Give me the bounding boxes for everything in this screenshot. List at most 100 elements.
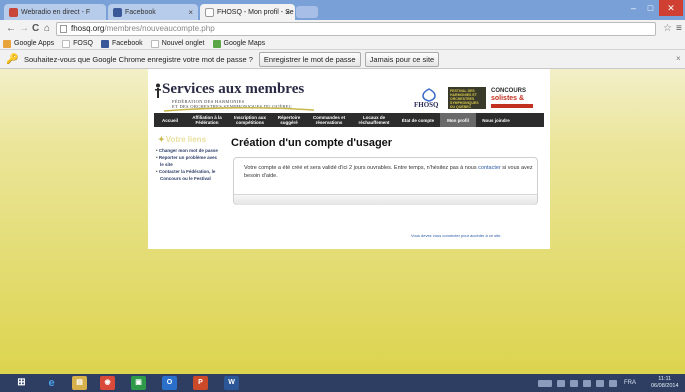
bookmark-label: Google Maps	[223, 40, 266, 47]
address-bar[interactable]: fhosq.org/membres/nouveaucompte.php	[56, 22, 656, 36]
confirmation-box-footer	[234, 194, 537, 205]
bookmark-fosq[interactable]: FOSQ	[62, 39, 93, 48]
minimize-button[interactable]: –	[625, 0, 642, 16]
network-icon[interactable]	[596, 379, 604, 387]
apps-grid-icon	[3, 39, 11, 48]
nav-affiliation[interactable]: Affiliation à la Fédération	[186, 115, 228, 125]
festival-logo: FESTIVAL DES HARMONIES ET ORCHESTRES SYM…	[448, 87, 486, 109]
nav-repertoire[interactable]: Répertoire suggéré	[272, 115, 306, 125]
maps-icon	[212, 39, 221, 48]
windows-taskbar: ⊞ e ▤ ◉ ▣ O P W FRA 11:11 06/08/2014	[0, 374, 685, 392]
site-title: Services aux membres	[162, 81, 305, 97]
word-icon[interactable]: W	[224, 376, 239, 390]
battery-icon[interactable]	[583, 379, 591, 387]
browser-toolbar: ← → C ⌂ fhosq.org/membres/nouveaucompte.…	[0, 20, 685, 38]
bookmarks-bar: Google Apps FOSQ Facebook Nouvel onglet …	[0, 38, 685, 50]
confirmation-message: Votre compte a été créé et sera validé d…	[244, 165, 534, 180]
keyboard-icon[interactable]	[538, 379, 552, 387]
page-icon	[60, 25, 67, 33]
bookmark-label: Google Apps	[14, 40, 55, 47]
reload-icon[interactable]: C	[32, 22, 39, 36]
nav-accueil[interactable]: Accueil	[154, 118, 186, 123]
concours-logo-line2: solistes &	[491, 95, 525, 102]
sidebar-link-change-password[interactable]: • Changer mon mot de passe	[154, 147, 222, 154]
chevron-up-icon[interactable]	[557, 379, 565, 387]
bookmark-google-apps[interactable]: Google Apps	[3, 39, 55, 48]
internet-explorer-icon[interactable]: e	[44, 376, 59, 390]
powerpoint-icon[interactable]: P	[193, 376, 208, 390]
sidebar: ✦Votre liens • Changer mon mot de passe …	[154, 135, 222, 182]
clock-date: 06/08/2014	[651, 383, 679, 389]
nav-etat-de-compte[interactable]: État de compte	[396, 118, 440, 123]
url-host: fhosq.org	[71, 24, 105, 33]
concours-logo-line1: CONCOURS	[491, 88, 527, 94]
webradio-icon	[9, 7, 18, 17]
back-icon[interactable]: ←	[6, 22, 16, 36]
concours-logo: CONCOURS solistes &	[491, 87, 535, 109]
infobar-message: Souhaitez-vous que Google Chrome enregis…	[24, 54, 253, 64]
bookmark-facebook[interactable]: Facebook	[100, 39, 143, 48]
outlook-icon[interactable]: O	[162, 376, 177, 390]
close-icon[interactable]: ×	[676, 54, 681, 63]
page-title: Création d'un compte d'usager	[231, 137, 393, 149]
chrome-icon[interactable]: ◉	[100, 376, 115, 390]
forward-icon[interactable]: →	[19, 22, 29, 36]
tab-facebook[interactable]: Facebook ×	[108, 4, 198, 20]
tab-title: Facebook	[125, 8, 156, 16]
pushpin-icon: ✦	[158, 135, 165, 144]
page-icon	[150, 39, 159, 48]
bookmark-star-icon[interactable]: ☆	[663, 22, 672, 36]
volume-icon[interactable]	[609, 379, 617, 387]
bookmark-label: Nouvel onglet	[161, 40, 205, 47]
bookmark-label: FOSQ	[73, 40, 93, 47]
nav-inscription[interactable]: Inscription aux compétitions	[228, 115, 272, 125]
bookmark-label: Facebook	[111, 40, 143, 47]
system-tray: FRA	[538, 377, 642, 389]
musician-logo-icon	[155, 83, 161, 98]
sidebar-link-label: Reporter un problème avec le site	[158, 155, 218, 167]
tab-webradio[interactable]: Webradio en direct - F	[4, 4, 106, 20]
contact-link[interactable]: contacter	[478, 165, 501, 171]
page-viewport: Services aux membres FÉDÉRATION DES HARM…	[0, 69, 685, 374]
page-icon	[62, 39, 71, 48]
new-tab-button[interactable]	[296, 6, 318, 18]
clock-time: 11:11	[658, 376, 672, 382]
key-icon: 🔑	[6, 53, 19, 65]
windows-start-icon[interactable]: ⊞	[14, 376, 29, 390]
maximize-button[interactable]: □	[642, 0, 659, 16]
tab-title: FHOSQ - Mon profil - Se	[217, 8, 294, 16]
chrome-menu-icon[interactable]: ≡	[676, 22, 682, 36]
facebook-icon	[113, 7, 122, 17]
save-password-infobar: 🔑 Souhaitez-vous que Google Chrome enreg…	[0, 50, 685, 69]
store-icon[interactable]: ▣	[131, 376, 146, 390]
tab-close-icon[interactable]: ×	[285, 8, 290, 17]
bookmark-google-maps[interactable]: Google Maps	[212, 39, 266, 48]
bookmark-new-tab[interactable]: Nouvel onglet	[150, 39, 205, 48]
clock[interactable]: 11:11 06/08/2014	[651, 376, 679, 390]
sidebar-link-label: Contacter la Fédération, le Concours ou …	[158, 169, 216, 181]
message-text: Votre compte a été créé et sera validé d…	[244, 165, 479, 171]
close-window-button[interactable]: ✕	[659, 0, 683, 16]
site-container: Services aux membres FÉDÉRATION DES HARM…	[148, 69, 550, 249]
save-password-button[interactable]: Enregistrer le mot de passe	[258, 51, 361, 67]
login-required-note[interactable]: Vous devez vous connecter pour accéder à…	[411, 233, 502, 238]
sidebar-title: ✦Votre liens	[154, 135, 222, 144]
nav-mon-profil[interactable]: Mon profil	[440, 113, 476, 127]
sidebar-link-contact[interactable]: • Contacter la Fédération, le Concours o…	[154, 168, 222, 182]
concours-logo-bar	[491, 104, 533, 108]
nav-nous-joindre[interactable]: Nous joindre	[476, 118, 516, 123]
never-for-this-site-button[interactable]: Jamais pour ce site	[364, 51, 440, 67]
facebook-icon	[100, 39, 109, 48]
tab-close-icon[interactable]: ×	[188, 8, 193, 17]
home-icon[interactable]: ⌂	[44, 22, 50, 36]
language-indicator[interactable]: FRA	[624, 380, 636, 386]
nav-locaux[interactable]: Locaux de réchauffement	[352, 115, 396, 125]
page-icon	[205, 7, 214, 17]
tab-fhosq[interactable]: FHOSQ - Mon profil - Se ×	[200, 4, 295, 20]
sidebar-link-label: Changer mon mot de passe	[158, 148, 218, 153]
sidebar-link-report-problem[interactable]: • Reporter un problème avec le site	[154, 154, 222, 168]
url-path: /membres/nouveaucompte.php	[104, 24, 215, 33]
file-explorer-icon[interactable]: ▤	[72, 376, 87, 390]
flag-icon[interactable]	[570, 379, 578, 387]
nav-commandes[interactable]: Commandes et réservations	[306, 115, 352, 125]
